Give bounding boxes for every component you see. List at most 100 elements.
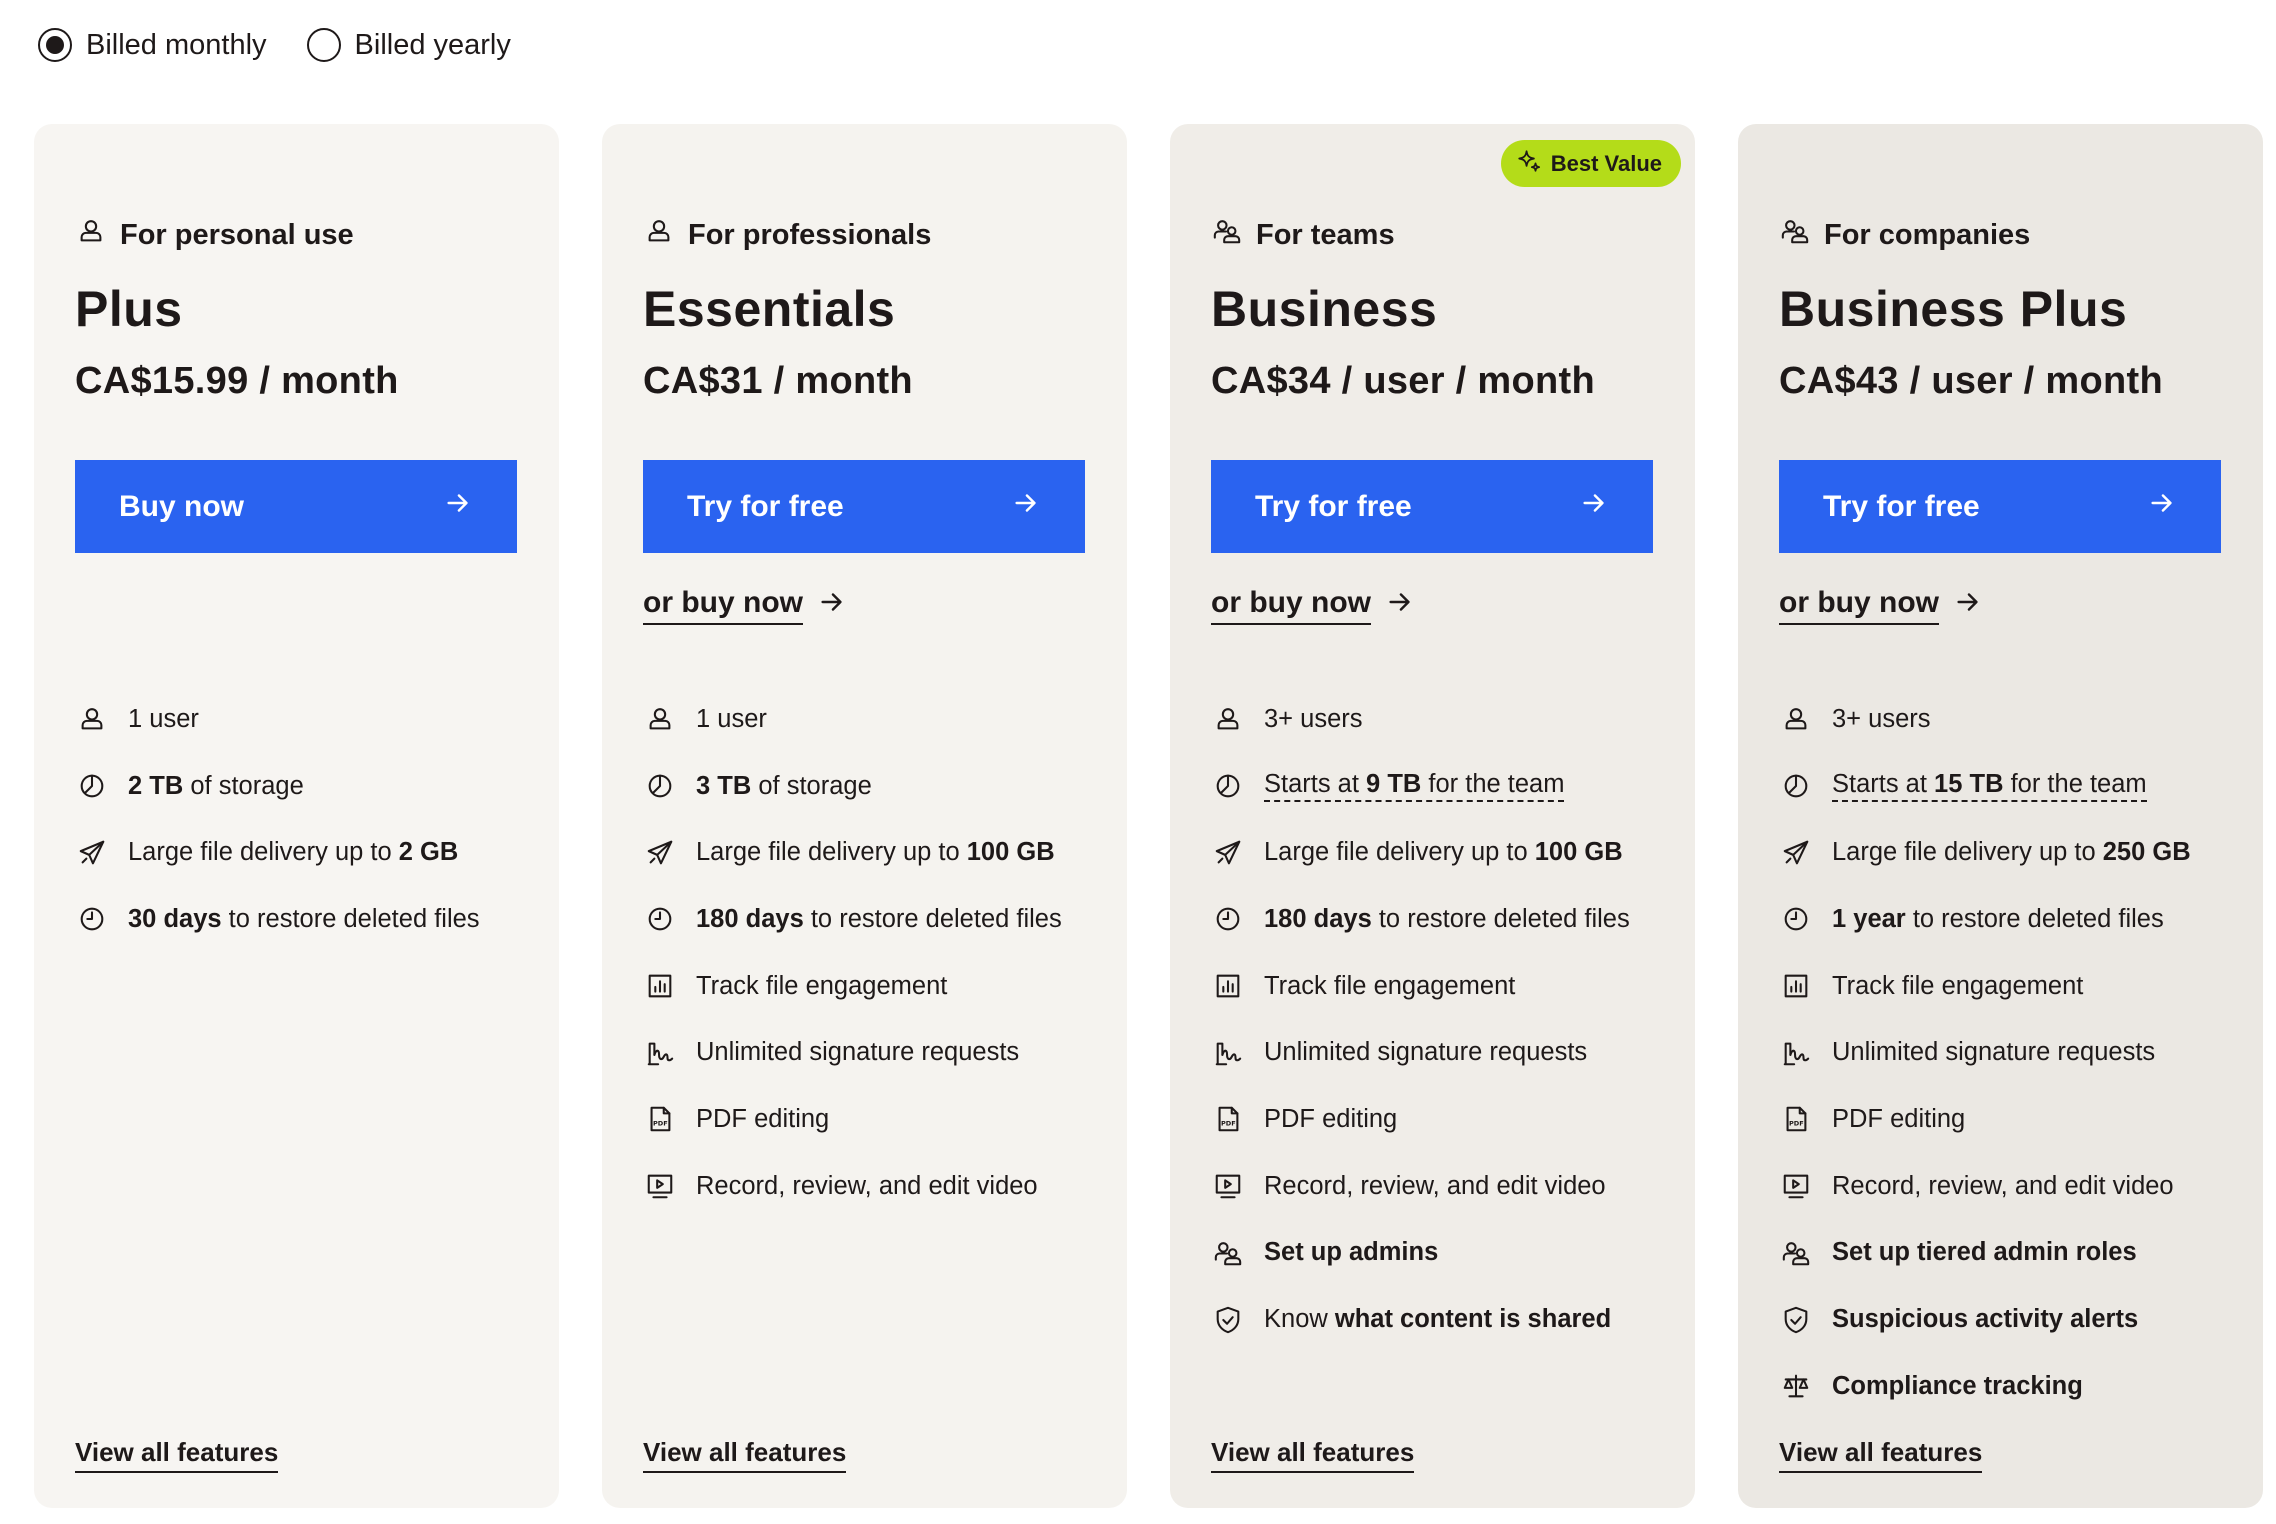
feature-item: Record, review, and edit video [1780,1153,2250,1220]
team-icon [1212,1237,1244,1269]
feature-text[interactable]: Starts at 9 TB for the team [1264,770,1565,803]
feature-text-part: 1 user [696,704,767,733]
person-icon [644,703,676,735]
plan-audience-label: For teams [1256,218,1395,251]
arrow-right-icon [1953,587,1983,625]
storage-pie-icon [1212,770,1244,802]
feature-item: PDF PDF editing [644,1086,1114,1153]
feature-text-part: Record, review, and edit video [696,1171,1038,1200]
view-all-features-link[interactable]: View all features [643,1437,847,1473]
feature-item: Large file delivery up to 2 GB [76,819,546,886]
arrow-right-icon [1579,488,1609,526]
buy-now-button[interactable]: Buy now [75,460,517,553]
feature-item: Record, review, and edit video [1212,1153,1682,1220]
feature-text[interactable]: Starts at 15 TB for the team [1832,770,2147,803]
feature-item: Know what content is shared [1212,1286,1682,1353]
feature-text-part: PDF editing [1832,1104,1966,1133]
feature-text-part: PDF editing [1264,1104,1398,1133]
feature-text: 1 year to restore deleted files [1832,905,2164,934]
feature-text-part: to restore deleted files [1371,904,1630,933]
feature-text: Record, review, and edit video [696,1172,1038,1201]
feature-item: Large file delivery up to 250 GB [1780,819,2250,886]
or-buy-now-link[interactable]: or buy now [1211,586,1415,625]
clock-icon [76,903,108,935]
feature-text: Set up tiered admin roles [1832,1238,2137,1267]
feature-text: 1 user [696,705,767,734]
sparkle-icon [1516,148,1542,180]
feature-text-part: Starts at [1832,770,1935,799]
feature-item: Unlimited signature requests [1212,1019,1682,1086]
video-icon [1780,1170,1812,1202]
feature-text-part: Large file delivery up to [1832,838,2103,867]
billed-yearly-option[interactable]: Billed yearly [306,28,511,62]
feature-text: Unlimited signature requests [1264,1038,1587,1067]
feature-highlight: what content is shared [1334,1305,1612,1334]
billed-monthly-label: Billed monthly [86,28,267,61]
clock-icon [644,903,676,935]
radio-dot [46,36,64,54]
or-buy-now-link[interactable]: or buy now [1779,586,1983,625]
plan-name: Plus [75,281,183,337]
view-all-features-link[interactable]: View all features [1779,1437,1983,1473]
feature-text-part: Unlimited signature requests [696,1038,1020,1067]
plan-card-business-plus: For companies Business Plus CA$43 / user /… [1738,124,2263,1508]
feature-item: Starts at 9 TB for the team [1212,753,1682,820]
feature-text-part: Track file engagement [1264,971,1516,1000]
cta-label: Try for free [1255,489,1412,523]
feature-text: 3+ users [1832,705,1931,734]
svg-text:PDF: PDF [1789,1120,1804,1128]
svg-text:PDF: PDF [653,1120,668,1128]
try-for-free-button[interactable]: Try for free [1211,460,1653,553]
try-for-free-button[interactable]: Try for free [643,460,1085,553]
cta-label: Try for free [687,489,844,523]
or-buy-now-link[interactable]: or buy now [643,586,847,625]
pdf-icon: PDF [644,1103,676,1135]
bar-chart-icon [1212,970,1244,1002]
feature-text: 3 TB of storage [696,772,872,801]
feature-list: 3+ users Starts at 15 TB for the team Larg… [1780,686,2250,1420]
feature-highlight: 1 year [1832,904,1906,933]
feature-highlight: 9 TB [1366,770,1422,799]
billed-monthly-option[interactable]: Billed monthly [38,28,267,62]
arrow-right-icon [443,488,473,526]
feature-item: 180 days to restore deleted files [644,886,1114,953]
plan-price: CA$31 / month [643,360,913,402]
try-for-free-button[interactable]: Try for free [1779,460,2221,553]
video-icon [1212,1170,1244,1202]
plan-price: CA$15.99 / month [75,360,399,402]
view-all-features-link[interactable]: View all features [75,1437,279,1473]
team-icon [1780,1237,1812,1269]
feature-highlight: 15 TB [1934,770,2004,799]
view-all-features-link[interactable]: View all features [1211,1437,1415,1473]
team-icon [1212,216,1242,254]
radio-button[interactable] [38,28,72,62]
feature-text-part: for the team [2003,770,2147,799]
feature-highlight: Compliance tracking [1832,1371,2083,1400]
feature-item: 3+ users [1780,686,2250,753]
feature-item: Starts at 15 TB for the team [1780,753,2250,820]
feature-highlight: 180 days [696,904,804,933]
pdf-icon: PDF [1780,1103,1812,1135]
paper-plane-icon [644,837,676,869]
feature-text: Track file engagement [1264,972,1515,1001]
feature-highlight: Suspicious activity alerts [1832,1305,2139,1334]
feature-item: 3 TB of storage [644,753,1114,820]
feature-text: PDF editing [696,1105,829,1134]
person-icon [1780,703,1812,735]
radio-button[interactable] [306,28,341,62]
feature-item: 1 user [76,686,546,753]
feature-list: 3+ users Starts at 9 TB for the team Large… [1212,686,1682,1353]
pdf-icon: PDF [1212,1103,1244,1135]
feature-highlight: 100 GB [1534,838,1623,867]
feature-item: 2 TB of storage [76,753,546,820]
feature-text: Record, review, and edit video [1264,1172,1606,1201]
feature-highlight: 3 TB [696,771,752,800]
feature-text-part: 1 user [128,704,199,733]
signature-icon [644,1037,676,1069]
plan-name: Business [1211,281,1438,337]
clock-icon [1212,903,1244,935]
feature-item: Large file delivery up to 100 GB [1212,819,1682,886]
feature-item: Compliance tracking [1780,1353,2250,1420]
feature-highlight: 2 GB [398,838,459,867]
feature-text-part: PDF editing [696,1104,830,1133]
